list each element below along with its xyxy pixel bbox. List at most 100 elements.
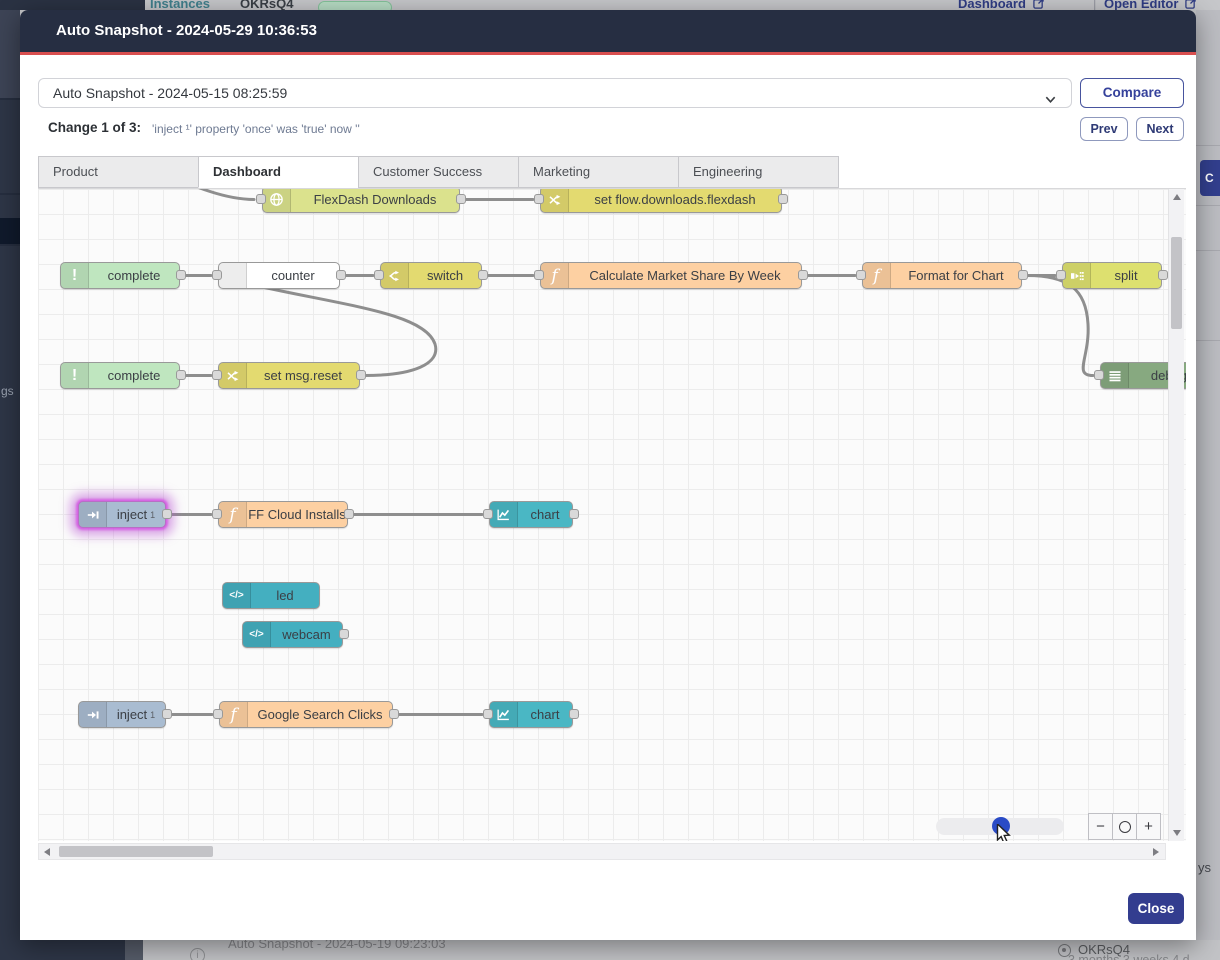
scroll-right-arrow[interactable] xyxy=(1153,848,1159,856)
scroll-down-arrow[interactable] xyxy=(1173,830,1181,836)
node-complete-2[interactable]: !complete xyxy=(60,362,180,389)
prev-change-button[interactable]: Prev xyxy=(1080,117,1128,141)
close-button[interactable]: Close xyxy=(1128,893,1184,924)
flow-canvas[interactable]: FlexDash Downloads set flow.downloads.fle… xyxy=(38,188,1186,841)
inject-icon xyxy=(79,502,107,527)
output-port[interactable] xyxy=(356,370,366,380)
page-table-row-dimmed: Auto Snapshot - 2024-05-19 09:23:03 i OK… xyxy=(0,940,1220,960)
node-switch[interactable]: switch xyxy=(380,262,482,289)
input-port[interactable] xyxy=(856,270,866,280)
zoom-in-button[interactable]: + xyxy=(1136,814,1160,839)
snapshot-compare-dialog: Auto Snapshot - 2024-05-29 10:36:53 Auto… xyxy=(20,10,1196,940)
node-google-search-clicks[interactable]: fGoogle Search Clicks xyxy=(219,701,393,728)
output-port[interactable] xyxy=(478,270,488,280)
tab-engineering[interactable]: Engineering xyxy=(678,156,839,188)
output-port[interactable] xyxy=(336,270,346,280)
vertical-scrollbar-thumb[interactable] xyxy=(1171,237,1182,329)
output-port[interactable] xyxy=(389,709,399,719)
input-port[interactable] xyxy=(534,270,544,280)
node-format-for-chart[interactable]: fFormat for Chart xyxy=(862,262,1022,289)
zoom-button-group: − + xyxy=(1088,813,1161,840)
info-icon: i xyxy=(190,948,205,960)
node-inject-2[interactable]: inject1 xyxy=(78,701,166,728)
input-port[interactable] xyxy=(374,270,384,280)
output-port[interactable] xyxy=(456,194,466,204)
vertical-scrollbar[interactable] xyxy=(1168,189,1184,841)
node-chart-2[interactable]: chart xyxy=(489,701,573,728)
function-icon: f xyxy=(863,263,891,288)
compare-button-fragment: C xyxy=(1200,160,1220,196)
zoom-reset-button[interactable] xyxy=(1112,814,1136,839)
scroll-left-arrow[interactable] xyxy=(44,848,50,856)
dialog-header: Auto Snapshot - 2024-05-29 10:36:53 xyxy=(20,10,1196,55)
next-change-button[interactable]: Next xyxy=(1136,117,1184,141)
node-split[interactable]: split xyxy=(1062,262,1162,289)
tab-customer-success[interactable]: Customer Success xyxy=(358,156,519,188)
page-header-dimmed: Instances OKRsQ4 Dashboard | Open Editor xyxy=(0,0,1220,10)
input-port[interactable] xyxy=(212,370,222,380)
output-port[interactable] xyxy=(162,509,172,519)
output-port[interactable] xyxy=(176,370,186,380)
exclaim-icon: ! xyxy=(61,263,89,288)
output-port[interactable] xyxy=(569,709,579,719)
tab-dashboard[interactable]: Dashboard xyxy=(198,156,359,188)
output-port[interactable] xyxy=(339,629,349,639)
chart-icon xyxy=(490,702,518,727)
change-counter-label: Change 1 of 3: xyxy=(48,120,141,135)
node-set-flow-downloads-flexdash[interactable]: set flow.downloads.flexdash xyxy=(540,188,782,213)
breadcrumb-instances: Instances xyxy=(150,0,210,10)
wire xyxy=(148,189,254,200)
wire xyxy=(1027,276,1093,376)
dashboard-button: Dashboard xyxy=(958,0,1044,10)
output-port[interactable] xyxy=(1158,270,1168,280)
exclaim-icon: ! xyxy=(61,363,89,388)
snapshot-age-fragment: 3 months 3 weeks 4 d xyxy=(1068,953,1190,960)
node-webcam[interactable]: </>webcam xyxy=(242,621,343,648)
sidebar-dimmed: gs xyxy=(0,10,20,960)
input-port[interactable] xyxy=(213,709,223,719)
input-port[interactable] xyxy=(483,509,493,519)
node-chart-1[interactable]: chart xyxy=(489,501,573,528)
output-port[interactable] xyxy=(1018,270,1028,280)
input-port[interactable] xyxy=(1094,370,1104,380)
sidebar-bottom xyxy=(0,940,125,960)
tab-product[interactable]: Product xyxy=(38,156,199,188)
external-link-icon xyxy=(1033,0,1044,10)
header-separator: | xyxy=(1093,0,1096,10)
output-port[interactable] xyxy=(569,509,579,519)
output-port[interactable] xyxy=(344,509,354,519)
output-port[interactable] xyxy=(176,270,186,280)
debug-icon xyxy=(1101,363,1129,388)
horizontal-scrollbar-thumb[interactable] xyxy=(59,846,213,857)
input-port[interactable] xyxy=(483,709,493,719)
node-set-msg-reset[interactable]: set msg.reset xyxy=(218,362,360,389)
snapshot-select[interactable]: Auto Snapshot - 2024-05-15 08:25:59 xyxy=(38,78,1072,108)
horizontal-scrollbar[interactable] xyxy=(38,843,1166,860)
node-flexdash-downloads[interactable]: FlexDash Downloads xyxy=(262,188,460,213)
sidebar-divider xyxy=(0,98,20,100)
node-complete-1[interactable]: !complete xyxy=(60,262,180,289)
function-icon: f xyxy=(219,502,247,527)
output-port[interactable] xyxy=(798,270,808,280)
node-inject-1[interactable]: inject1 xyxy=(78,501,166,528)
node-ff-cloud-installs[interactable]: fFF Cloud Installs xyxy=(218,501,348,528)
input-port[interactable] xyxy=(212,270,222,280)
node-calculate-market-share[interactable]: fCalculate Market Share By Week xyxy=(540,262,802,289)
node-led[interactable]: </>led xyxy=(222,582,320,609)
sidebar-divider xyxy=(0,244,20,246)
tab-marketing[interactable]: Marketing xyxy=(518,156,679,188)
input-port[interactable] xyxy=(256,194,266,204)
input-port[interactable] xyxy=(534,194,544,204)
output-port[interactable] xyxy=(778,194,788,204)
compare-button[interactable]: Compare xyxy=(1080,78,1184,108)
node-counter[interactable]: counter xyxy=(218,262,340,289)
zoom-slider-thumb[interactable] xyxy=(992,817,1010,835)
zoom-out-button[interactable]: − xyxy=(1089,814,1112,839)
zoom-slider[interactable] xyxy=(936,818,1064,835)
input-port[interactable] xyxy=(212,509,222,519)
node-label: FlexDash Downloads xyxy=(291,188,459,212)
output-port[interactable] xyxy=(162,709,172,719)
node-label: inject1 xyxy=(107,702,165,727)
scroll-up-arrow[interactable] xyxy=(1173,194,1181,200)
input-port[interactable] xyxy=(1056,270,1066,280)
